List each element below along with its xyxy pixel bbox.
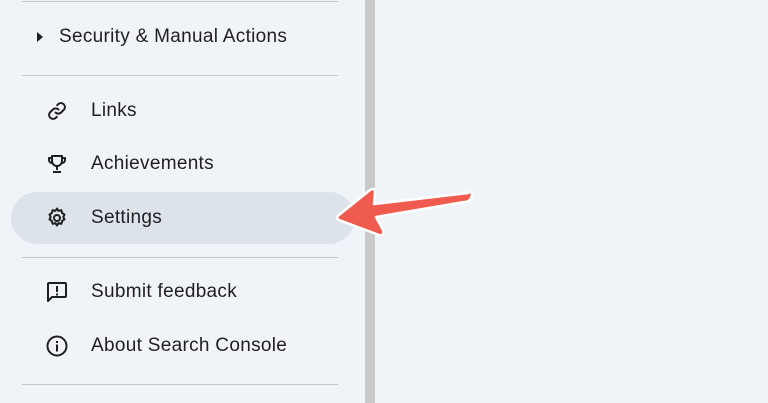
divider xyxy=(22,257,338,258)
sidebar-nav: Security & Manual Actions Links Achievem… xyxy=(0,0,365,403)
sidebar-item-submit-feedback[interactable]: Submit feedback xyxy=(11,266,355,318)
caret-right-icon xyxy=(37,32,43,42)
sidebar-item-label: Security & Manual Actions xyxy=(59,26,288,47)
trophy-icon xyxy=(45,152,69,176)
sidebar-item-label: Submit feedback xyxy=(91,281,238,302)
sidebar-item-label: Settings xyxy=(91,207,163,228)
sidebar-item-achievements[interactable]: Achievements xyxy=(11,138,355,190)
divider xyxy=(22,384,338,385)
gear-icon xyxy=(45,206,69,230)
sidebar-item-about-search-console[interactable]: About Search Console xyxy=(11,320,355,372)
sidebar-item-security-manual-actions[interactable]: Security & Manual Actions xyxy=(11,11,355,63)
sidebar-item-settings[interactable]: Settings xyxy=(11,192,355,244)
sidebar-item-label: About Search Console xyxy=(91,335,288,356)
feedback-icon xyxy=(45,280,69,304)
info-icon xyxy=(45,334,69,358)
sidebar-item-label: Achievements xyxy=(91,153,214,174)
divider xyxy=(22,1,338,2)
sidebar-item-label: Links xyxy=(91,100,137,121)
link-icon xyxy=(45,99,69,123)
sidebar-item-links[interactable]: Links xyxy=(11,85,355,137)
divider xyxy=(22,75,338,76)
arrow-left-icon xyxy=(335,187,474,237)
